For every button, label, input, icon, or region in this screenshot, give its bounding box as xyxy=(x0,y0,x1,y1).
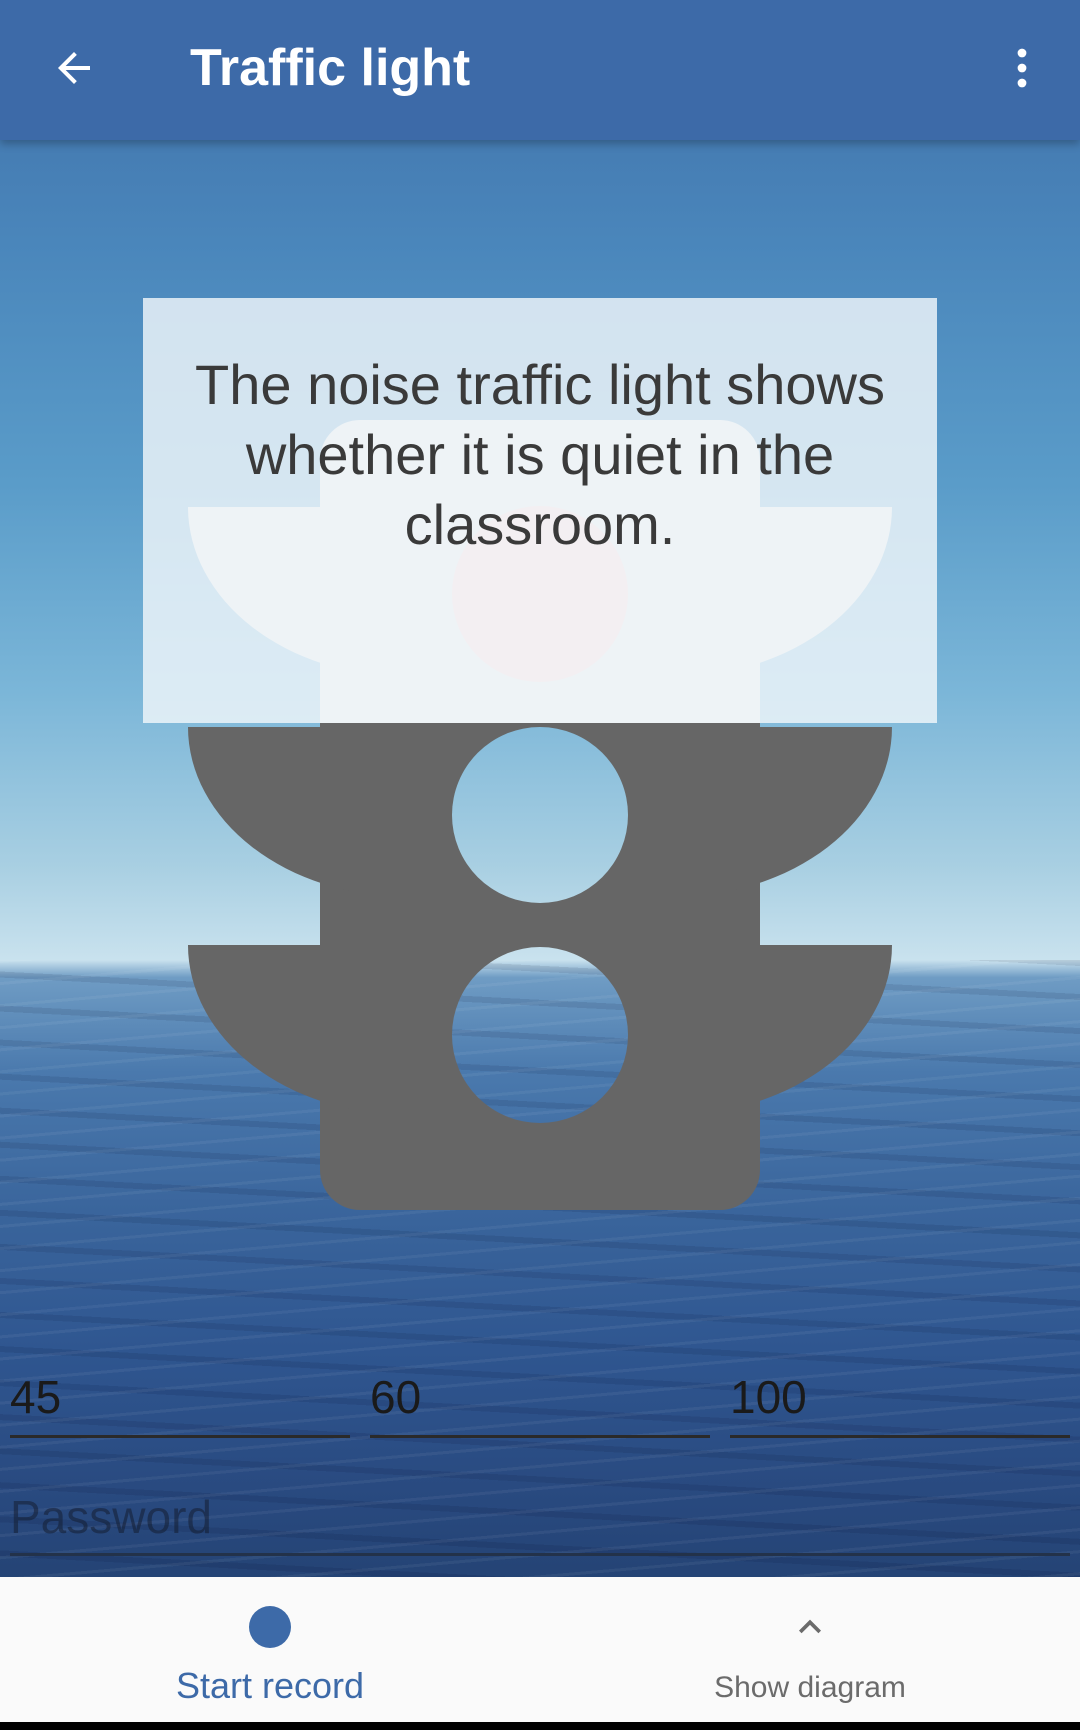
threshold-field-3[interactable] xyxy=(730,1362,1070,1438)
chevron-up-icon xyxy=(799,1619,821,1634)
more-vert-icon xyxy=(1017,48,1027,88)
info-overlay: The noise traffic light shows whether it… xyxy=(143,298,937,723)
password-field[interactable] xyxy=(10,1482,1070,1556)
start-record-label: Start record xyxy=(175,1665,365,1706)
password-input[interactable] xyxy=(10,1482,1070,1552)
overflow-menu-button[interactable] xyxy=(986,32,1058,104)
threshold-field-2[interactable] xyxy=(370,1362,710,1438)
show-diagram-label: Show diagram xyxy=(714,1671,906,1704)
start-record-button[interactable]: Start record xyxy=(0,1577,540,1722)
threshold-input-3[interactable] xyxy=(730,1362,1070,1432)
threshold-input-1[interactable] xyxy=(10,1362,350,1432)
traffic-light xyxy=(188,420,892,1210)
system-bottom-edge xyxy=(0,1722,1080,1730)
threshold-field-1[interactable] xyxy=(10,1362,350,1438)
record-dot-icon xyxy=(249,1606,291,1648)
diagram-icon-wrap xyxy=(540,1603,1080,1651)
threshold-input-2[interactable] xyxy=(370,1362,710,1432)
screen: Traffic light The noise traffic light sh… xyxy=(0,0,1080,1730)
show-diagram-button[interactable]: Show diagram xyxy=(540,1577,1080,1722)
back-button[interactable] xyxy=(38,32,110,104)
app-bar: Traffic light xyxy=(0,0,1080,140)
info-text: The noise traffic light shows whether it… xyxy=(195,353,885,556)
record-icon-wrap xyxy=(0,1603,540,1651)
arrow-back-icon xyxy=(58,52,90,84)
bottom-navigation: Start record Show diagram xyxy=(0,1577,1080,1722)
page-title: Traffic light xyxy=(190,39,471,97)
